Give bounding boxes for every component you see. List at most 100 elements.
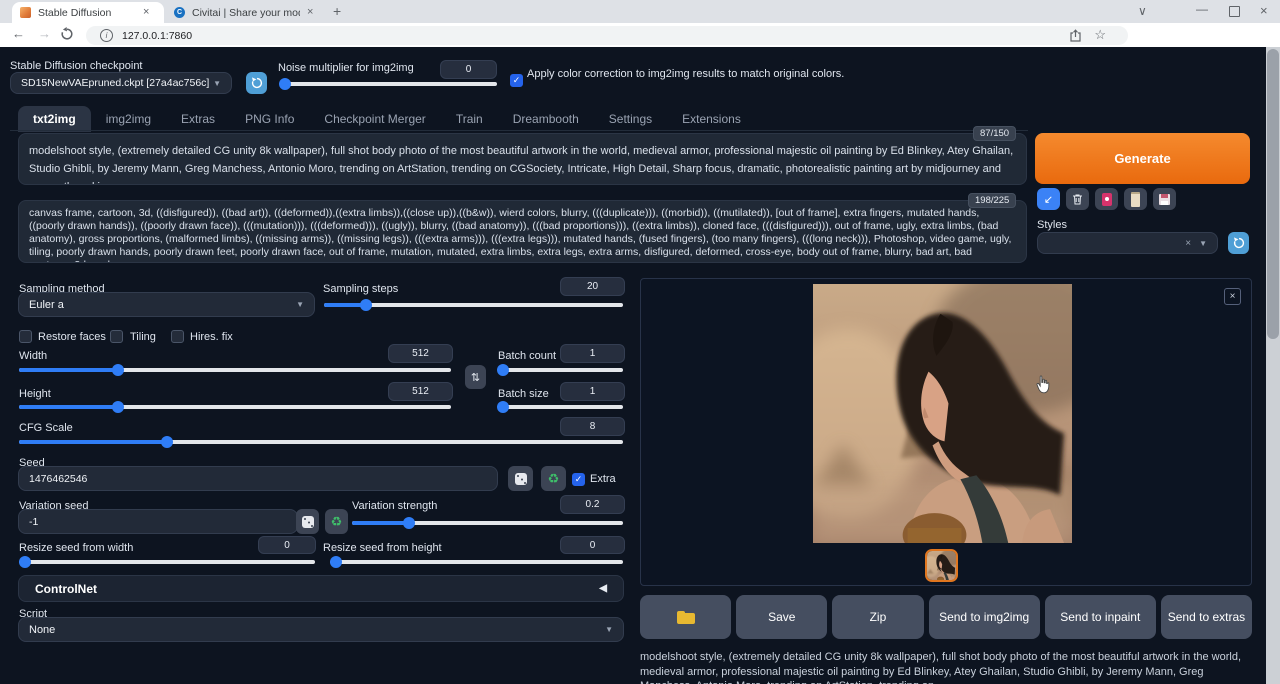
- address-bar[interactable]: i 127.0.0.1:7860 ☆: [86, 26, 1128, 45]
- variation-strength-value[interactable]: 0.2: [560, 495, 625, 514]
- prompt-textarea[interactable]: modelshoot style, (extremely detailed CG…: [18, 133, 1027, 185]
- window-chevron-icon[interactable]: ∨: [1138, 4, 1147, 18]
- trash-icon: [1072, 193, 1083, 205]
- checkpoint-refresh-button[interactable]: [246, 72, 267, 94]
- noise-multiplier-value[interactable]: 0: [440, 60, 497, 79]
- resize-seed-width-value[interactable]: 0: [258, 536, 316, 554]
- tab-settings[interactable]: Settings: [594, 106, 667, 132]
- batch-size-value[interactable]: 1: [560, 382, 625, 401]
- sampling-steps-label: Sampling steps: [323, 283, 398, 295]
- save-button[interactable]: Save: [736, 595, 827, 639]
- sampling-method-dropdown[interactable]: Euler a ▼: [18, 292, 315, 317]
- extra-seed-checkbox[interactable]: ✓: [572, 473, 585, 486]
- new-tab-icon[interactable]: +: [333, 3, 341, 19]
- paste-generation-params-button[interactable]: ↙: [1037, 188, 1060, 210]
- swap-width-height-button[interactable]: ⇅: [465, 365, 486, 389]
- sampling-steps-value[interactable]: 20: [560, 277, 625, 296]
- tab-close-icon[interactable]: ×: [307, 7, 313, 18]
- width-slider[interactable]: [19, 368, 451, 372]
- clear-styles-icon[interactable]: ×: [1185, 238, 1191, 249]
- tab-dreambooth[interactable]: Dreambooth: [498, 106, 594, 132]
- clear-prompt-button[interactable]: [1066, 188, 1089, 210]
- color-correction-checkbox[interactable]: ✓: [510, 74, 523, 87]
- tab-checkpoint-merger[interactable]: Checkpoint Merger: [309, 106, 440, 132]
- noise-multiplier-label: Noise multiplier for img2img: [278, 62, 414, 74]
- tab-png-info[interactable]: PNG Info: [230, 106, 309, 132]
- window-maximize-icon[interactable]: [1229, 6, 1240, 17]
- batch-count-slider[interactable]: [498, 368, 623, 372]
- send-to-extras-button[interactable]: Send to extras: [1161, 595, 1252, 639]
- negative-prompt-textarea[interactable]: canvas frame, cartoon, 3d, ((disfigured)…: [18, 200, 1027, 263]
- resize-seed-height-label: Resize seed from height: [323, 542, 442, 554]
- controlnet-accordion[interactable]: ControlNet ◀: [18, 575, 624, 602]
- gallery-thumbnail-selected[interactable]: [925, 549, 958, 582]
- checkpoint-dropdown[interactable]: SD15NewVAEpruned.ckpt [27a4ac756c] ▼: [10, 72, 232, 94]
- styles-dropdown[interactable]: × ▼: [1037, 232, 1218, 254]
- controlnet-label: ControlNet: [35, 582, 97, 596]
- random-variation-seed-button[interactable]: [296, 509, 319, 534]
- share-icon[interactable]: [1069, 29, 1082, 47]
- height-value[interactable]: 512: [388, 382, 453, 401]
- hires-fix-label: Hires. fix: [190, 331, 233, 343]
- forward-icon[interactable]: →: [38, 26, 51, 41]
- open-folder-button[interactable]: [640, 595, 731, 639]
- cfg-scale-slider[interactable]: [19, 440, 623, 444]
- window-close-icon[interactable]: ×: [1260, 3, 1268, 18]
- tab-img2img[interactable]: img2img: [91, 106, 166, 132]
- generated-image[interactable]: [813, 284, 1072, 543]
- tab-extensions[interactable]: Extensions: [667, 106, 756, 132]
- browser-tab-strip: Stable Diffusion × C Civitai | Share you…: [0, 0, 1280, 23]
- save-style-button[interactable]: [1153, 188, 1176, 210]
- hires-fix-checkbox[interactable]: [171, 330, 184, 343]
- reuse-variation-seed-button[interactable]: ♻: [325, 509, 348, 534]
- browser-tab-stable-diffusion[interactable]: Stable Diffusion ×: [12, 2, 164, 23]
- page-scrollbar[interactable]: [1266, 47, 1280, 684]
- gallery-close-button[interactable]: ×: [1224, 288, 1241, 305]
- variation-seed-input[interactable]: -1: [18, 509, 298, 534]
- random-seed-button[interactable]: [508, 466, 533, 491]
- resize-seed-height-slider[interactable]: [330, 560, 623, 564]
- resize-seed-width-slider[interactable]: [19, 560, 315, 564]
- batch-count-value[interactable]: 1: [560, 344, 625, 363]
- height-label: Height: [19, 388, 51, 400]
- send-to-img2img-button[interactable]: Send to img2img: [929, 595, 1040, 639]
- script-dropdown[interactable]: None ▼: [18, 617, 624, 642]
- stable-diffusion-webui: Stable Diffusion checkpoint SD15NewVAEpr…: [0, 47, 1280, 684]
- generate-button[interactable]: Generate: [1035, 133, 1250, 184]
- reuse-seed-button[interactable]: ♻: [541, 466, 566, 491]
- checkpoint-value: SD15NewVAEpruned.ckpt [27a4ac756c]: [21, 77, 209, 89]
- negative-prompt-token-counter: 198/225: [968, 193, 1016, 208]
- noise-multiplier-slider[interactable]: [281, 82, 497, 86]
- tab-close-icon[interactable]: ×: [143, 7, 149, 18]
- card-icon: [1102, 193, 1112, 206]
- resize-seed-width-label: Resize seed from width: [19, 542, 133, 554]
- scrollbar-thumb[interactable]: [1267, 49, 1279, 339]
- tiling-checkbox[interactable]: [110, 330, 123, 343]
- reload-icon[interactable]: [60, 27, 74, 46]
- height-slider[interactable]: [19, 405, 451, 409]
- cfg-scale-value[interactable]: 8: [560, 417, 625, 436]
- resize-seed-height-value[interactable]: 0: [560, 536, 625, 554]
- send-to-inpaint-button[interactable]: Send to inpaint: [1045, 595, 1156, 639]
- window-minimize-icon[interactable]: —: [1196, 2, 1208, 16]
- restore-faces-checkbox[interactable]: [19, 330, 32, 343]
- tab-train[interactable]: Train: [441, 106, 498, 132]
- seed-input[interactable]: 1476462546: [18, 466, 498, 491]
- back-icon[interactable]: ←: [12, 26, 25, 41]
- main-tab-bar: txt2img img2img Extras PNG Info Checkpoi…: [18, 106, 756, 132]
- apply-styles-button[interactable]: [1124, 188, 1147, 210]
- tab-txt2img[interactable]: txt2img: [18, 106, 91, 132]
- extra-networks-button[interactable]: [1095, 188, 1118, 210]
- batch-size-slider[interactable]: [498, 405, 623, 409]
- cfg-scale-label: CFG Scale: [19, 422, 73, 434]
- width-value[interactable]: 512: [388, 344, 453, 363]
- variation-strength-slider[interactable]: [352, 521, 623, 525]
- tab-extras[interactable]: Extras: [166, 106, 230, 132]
- styles-refresh-button[interactable]: [1228, 232, 1249, 254]
- site-info-icon[interactable]: i: [100, 29, 113, 42]
- zip-button[interactable]: Zip: [832, 595, 923, 639]
- bookmark-star-icon[interactable]: ☆: [1094, 27, 1106, 43]
- clipboard-icon: [1131, 192, 1140, 207]
- browser-tab-civitai[interactable]: C Civitai | Share your models ×: [166, 2, 324, 23]
- sampling-steps-slider[interactable]: [324, 303, 623, 307]
